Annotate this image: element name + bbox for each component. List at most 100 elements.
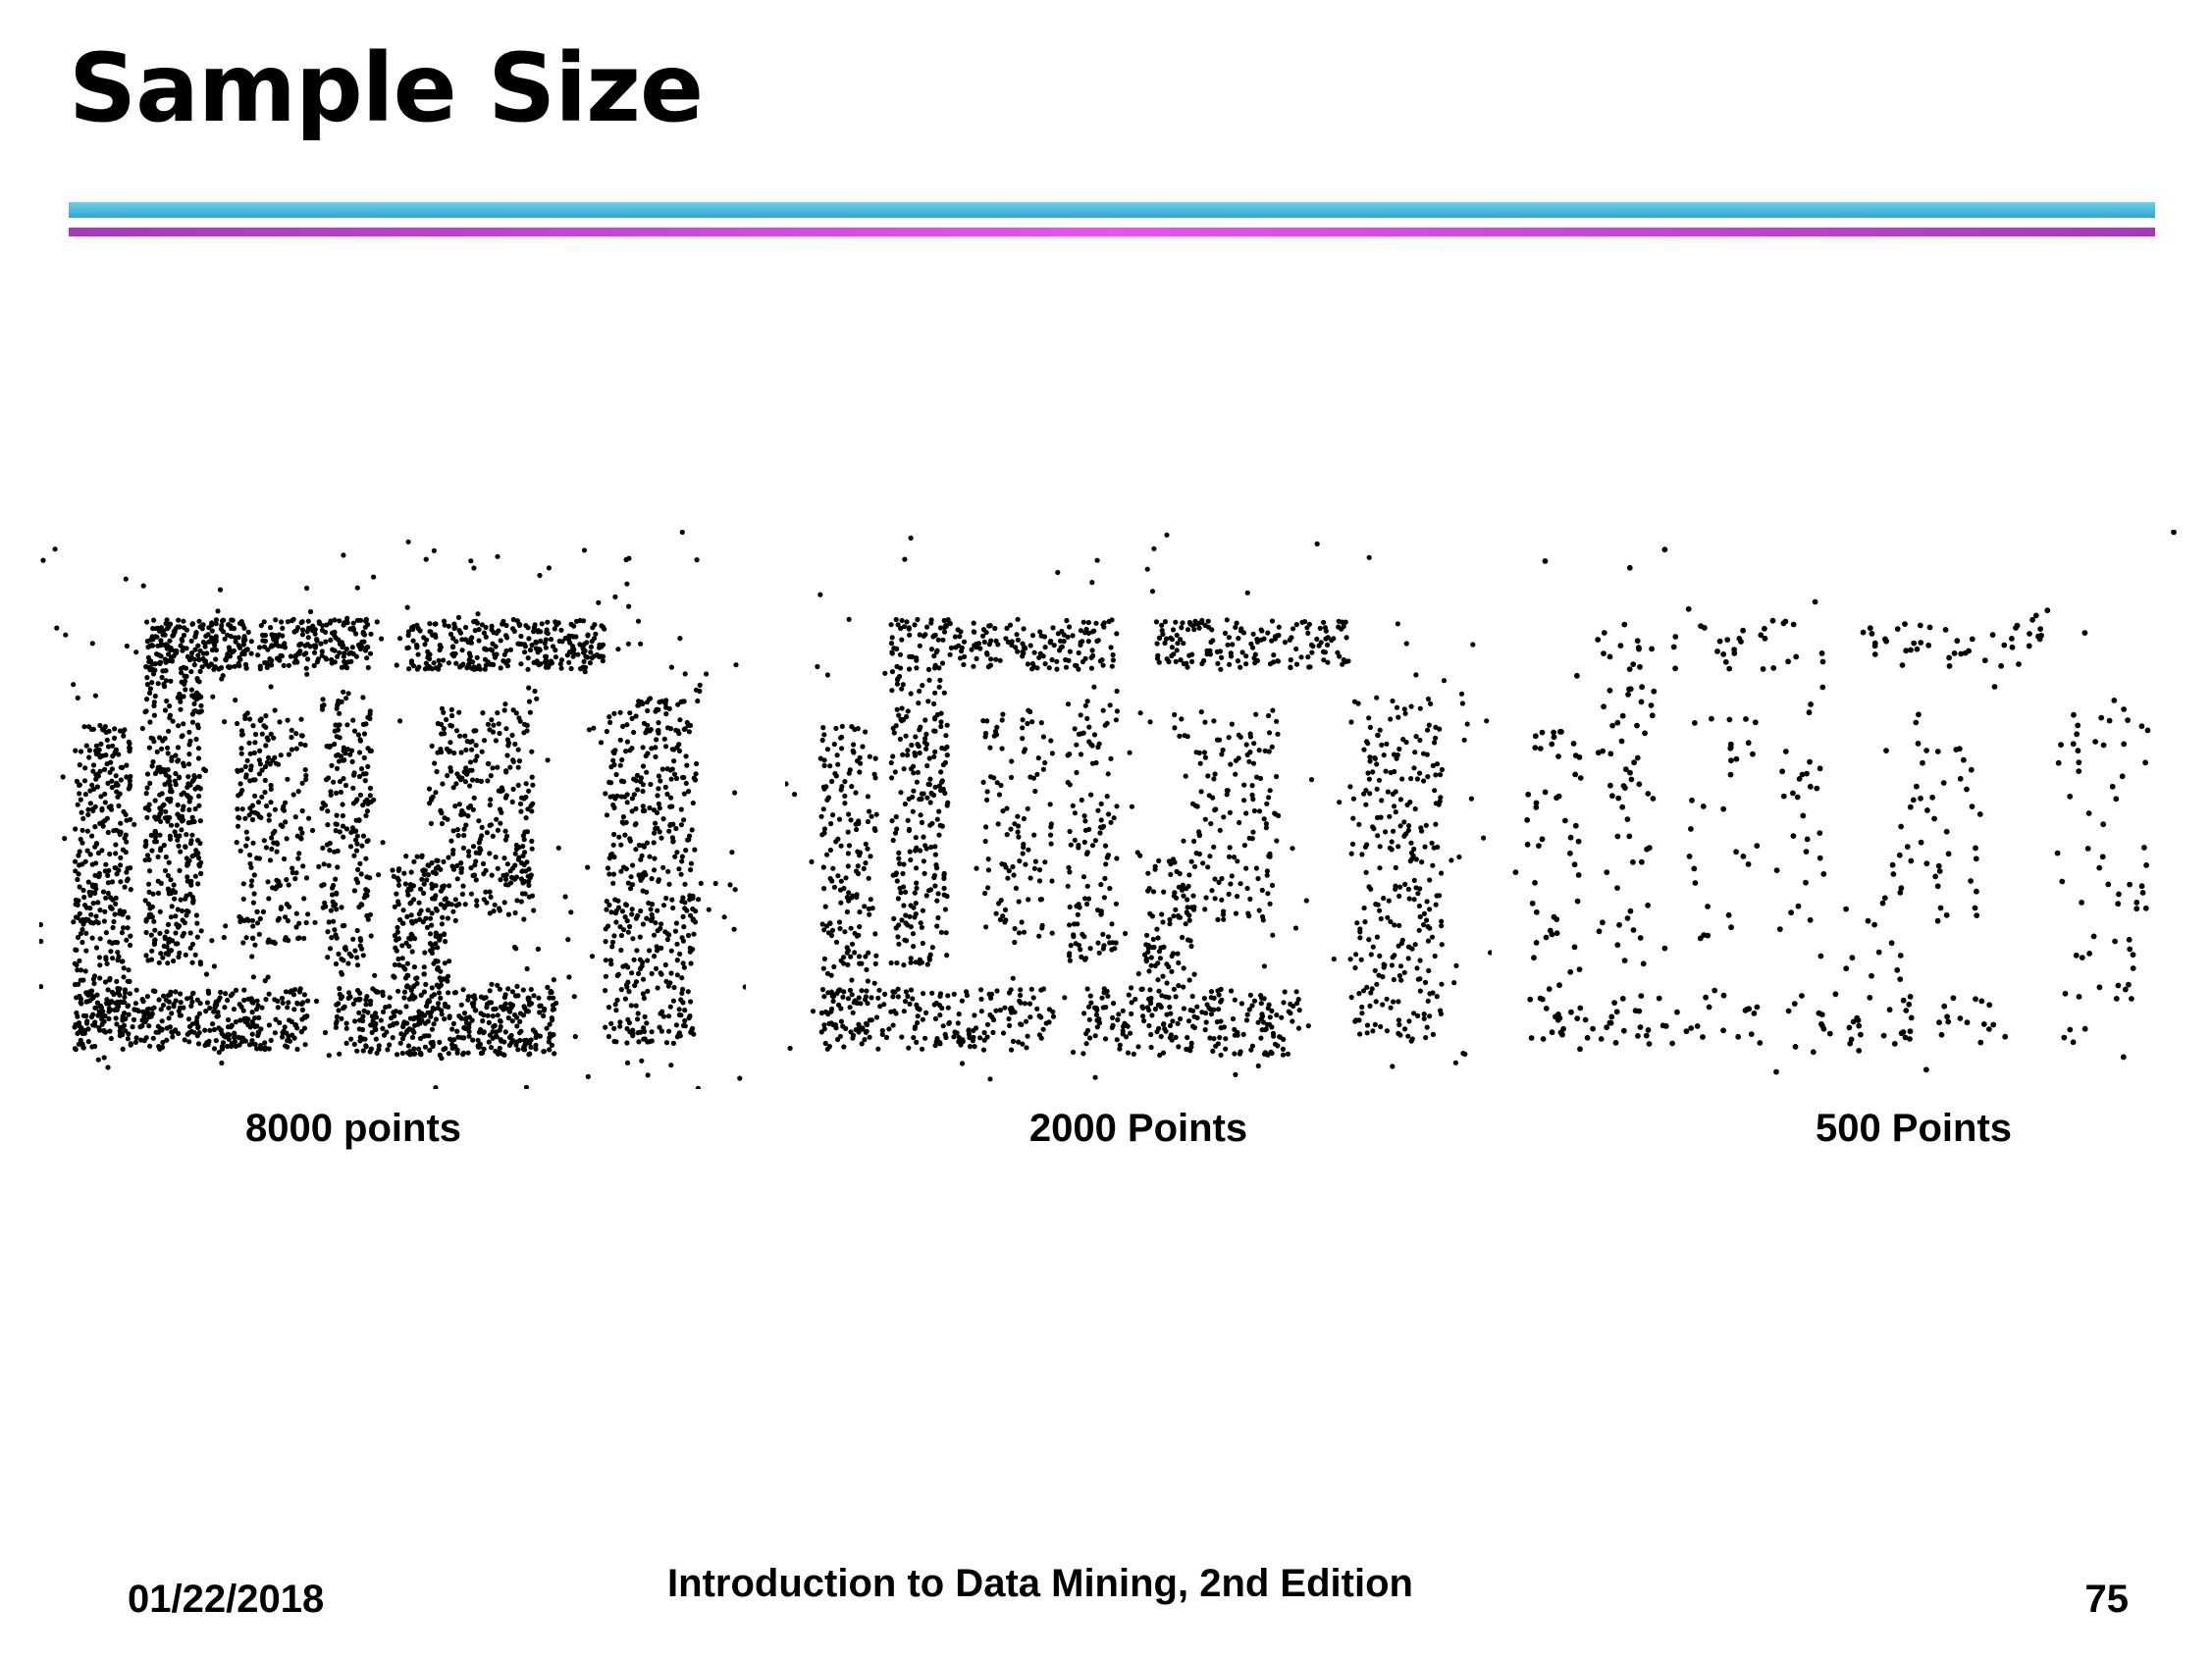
scatter-point xyxy=(102,800,108,805)
scatter-point xyxy=(435,864,441,870)
scatter-point xyxy=(307,608,314,615)
scatter-point xyxy=(183,952,188,958)
scatter-point xyxy=(354,962,361,968)
scatter-point xyxy=(316,863,322,869)
scatter-point xyxy=(1308,777,1315,783)
scatter-point xyxy=(613,919,619,925)
scatter-point xyxy=(1322,625,1328,631)
scatter-point xyxy=(938,769,944,775)
scatter-point xyxy=(359,1026,366,1033)
scatter-point xyxy=(1396,943,1401,949)
scatter-point xyxy=(333,876,339,882)
scatter-point xyxy=(372,1011,379,1016)
scatter-point xyxy=(421,964,427,970)
scatter-point xyxy=(183,687,188,693)
scatter-point xyxy=(188,995,194,1001)
scatter-point xyxy=(166,1005,172,1011)
scatter-point xyxy=(194,1033,200,1039)
scatter-point xyxy=(90,726,96,732)
scatter-point xyxy=(173,752,179,758)
scatter-point xyxy=(673,825,679,832)
scatter-point xyxy=(299,627,306,633)
scatter-point xyxy=(838,1006,844,1012)
scatter-point xyxy=(219,1060,225,1066)
scatter-point xyxy=(486,1019,492,1025)
scatter-point xyxy=(279,995,286,1002)
scatter-point xyxy=(435,720,441,727)
scatter-point xyxy=(640,921,647,927)
scatter-point xyxy=(466,1033,472,1039)
scatter-point xyxy=(273,760,279,766)
scatter-point xyxy=(1202,1027,1208,1033)
scatter-point xyxy=(663,711,669,717)
scatter-point xyxy=(371,574,377,580)
scatter-point xyxy=(1084,901,1090,908)
scatter-point xyxy=(1417,988,1423,994)
scatter-point xyxy=(1025,661,1030,667)
scatter-point xyxy=(1432,953,1438,960)
scatter-point xyxy=(1353,952,1359,958)
scatter-point xyxy=(526,685,532,691)
scatter-point xyxy=(356,750,363,755)
scatter-point xyxy=(430,632,436,638)
scatter-point xyxy=(353,817,359,823)
scatter-point xyxy=(144,994,150,1000)
scatter-point xyxy=(334,705,340,711)
scatter-point xyxy=(942,1031,948,1037)
scatter-point xyxy=(729,850,735,856)
scatter-point xyxy=(1220,911,1227,917)
scatter-point xyxy=(96,955,102,960)
title-rule-blue xyxy=(69,202,2155,218)
scatter-point xyxy=(706,907,711,912)
scatter-point xyxy=(433,790,439,796)
scatter-point xyxy=(1082,957,1088,962)
scatter-point xyxy=(95,900,101,906)
scatter-point xyxy=(1154,1029,1160,1035)
scatter-point xyxy=(239,732,245,738)
scatter-point xyxy=(492,902,498,908)
scatter-point xyxy=(213,648,219,653)
scatter-point xyxy=(652,867,658,873)
scatter-point xyxy=(820,864,826,870)
scatter-point xyxy=(279,653,285,659)
scatter-point xyxy=(195,1041,202,1047)
scatter-point xyxy=(95,1057,101,1063)
scatter-point xyxy=(145,901,152,908)
scatter-point xyxy=(223,923,229,929)
scatter-point xyxy=(120,764,126,770)
scatter-point xyxy=(491,1007,497,1012)
scatter-point xyxy=(439,820,446,827)
scatter-point xyxy=(127,784,132,790)
scatter-point xyxy=(863,954,869,960)
scatter-point xyxy=(207,1027,213,1033)
scatter-point xyxy=(514,1023,520,1029)
scatter-point xyxy=(470,1037,476,1043)
scatter-point xyxy=(225,1031,231,1037)
scatter-point xyxy=(999,717,1005,723)
scatter-point xyxy=(424,637,430,643)
scatter-point xyxy=(486,1039,492,1045)
scatter-point xyxy=(886,1026,892,1032)
scatter-point xyxy=(148,957,155,962)
scatter-point xyxy=(450,645,456,650)
scatter-point xyxy=(551,1032,556,1038)
scatter-point xyxy=(189,960,195,965)
scatter-point xyxy=(211,666,217,672)
scatter-point xyxy=(439,1012,445,1017)
scatter-point xyxy=(256,771,263,777)
scatter-point xyxy=(332,659,338,665)
scatter-point xyxy=(430,1042,436,1048)
scatter-point xyxy=(265,879,271,885)
scatter-point xyxy=(905,748,911,753)
scatter-point xyxy=(410,663,417,669)
scatter-point xyxy=(483,867,489,873)
scatter-point xyxy=(184,912,189,918)
scatter-point xyxy=(1363,869,1369,875)
scatter-point xyxy=(575,651,581,657)
scatter-point xyxy=(931,728,937,734)
scatter-point xyxy=(678,806,684,812)
scatter-point xyxy=(288,653,293,659)
scatter-point xyxy=(915,742,921,748)
scatter-point xyxy=(164,1025,170,1031)
scatter-point xyxy=(1083,1041,1089,1047)
